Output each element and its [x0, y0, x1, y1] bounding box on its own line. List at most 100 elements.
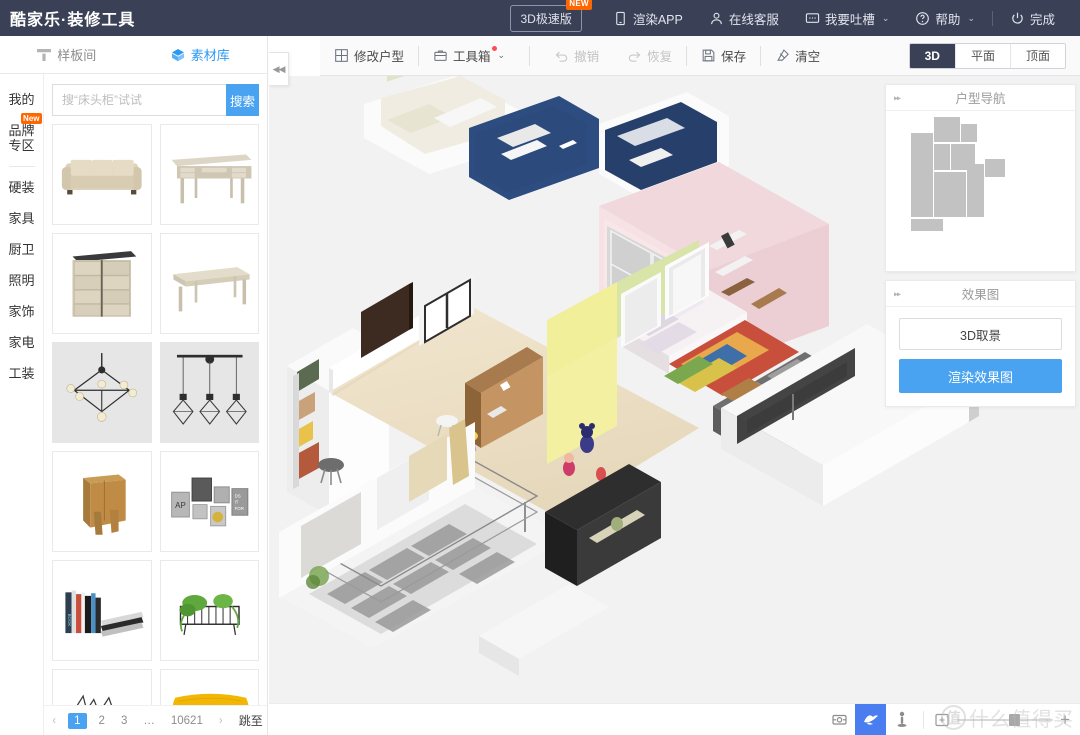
clear-label: 清空 [795, 50, 821, 64]
save-button[interactable]: 保存 [687, 36, 760, 76]
search-row: 搜索 [44, 74, 267, 124]
thumbnail-wardrobe[interactable] [52, 233, 152, 334]
online-support-button[interactable]: 在线客服 [696, 0, 792, 36]
render-actions: 3D取景 渲染效果图 [886, 307, 1075, 406]
speech-bubble-icon [805, 11, 820, 26]
pagination-page-2[interactable]: 2 [95, 714, 109, 728]
tab-material-library-label: 素材库 [190, 48, 230, 63]
fly-mode-button[interactable] [855, 703, 887, 735]
zoom-slider-track[interactable] [957, 713, 1054, 726]
thumbnail-desk[interactable] [159, 124, 259, 225]
tab-sample-rooms[interactable]: 样板间 [31, 45, 102, 64]
online-support-label: 在线客服 [728, 12, 779, 27]
view-mode-3d[interactable]: 3D [909, 43, 956, 68]
notification-dot [492, 45, 498, 51]
thumbnail-sofa[interactable] [52, 124, 152, 225]
category-appliances[interactable]: 家电 [0, 327, 43, 358]
thumbnail-gallery-wall[interactable]: AP DS IT FOR [159, 451, 259, 552]
collapse-panel-icon[interactable]: ▸▸ [894, 93, 901, 102]
minimap-room [911, 133, 933, 217]
category-lighting[interactable]: 照明 [0, 265, 43, 296]
undo-arrow-icon [554, 48, 569, 63]
render-app-button[interactable]: 渲染APP [600, 0, 696, 36]
zoom-slider-handle[interactable] [1009, 713, 1021, 726]
redo-button[interactable]: 恢复 [613, 36, 686, 76]
chevron-down-icon: ⌄ [967, 12, 975, 23]
minimap-room [934, 117, 960, 142]
toolbox-button[interactable]: 工具箱 ⌄ [419, 36, 519, 76]
thumbnail-planter[interactable] [159, 560, 259, 661]
category-kitchen-bath[interactable]: 厨卫 [0, 234, 43, 265]
toolbar-divider [529, 45, 531, 66]
feedback-button[interactable]: 我要吐槽 ⌄ [792, 0, 903, 36]
left-sidebar: 样板间 素材库 我的 New 品牌 专区 硬装 家具 厨卫 照明 家饰 家电 工… [0, 36, 268, 735]
svg-text:FOR: FOR [234, 506, 243, 511]
category-furniture[interactable]: 家具 [0, 203, 43, 234]
clear-button[interactable]: 清空 [761, 36, 834, 76]
material-thumbnail-grid: AP DS IT FOR BOOK [44, 124, 267, 705]
pagination-page-3[interactable]: 3 [117, 714, 131, 728]
undo-button[interactable]: 撤销 [540, 36, 613, 76]
help-label: 帮助 [935, 12, 961, 27]
thumbnail-decor[interactable] [52, 669, 152, 705]
collapse-sidebar-button[interactable]: ◀◀ [269, 52, 289, 86]
fit-to-screen-icon[interactable] [934, 712, 950, 728]
capture-3d-view-button[interactable]: 3D取景 [899, 318, 1062, 350]
bird-fly-icon [863, 714, 878, 725]
viewport-bottom-bar: + [269, 703, 1080, 735]
walk-mode-button[interactable] [886, 704, 917, 735]
planter-basket-thumb-icon [160, 565, 258, 656]
floorplan-grid-icon [334, 48, 349, 63]
material-grid-column: 搜索 [44, 74, 267, 735]
view-mode-toggle: 3D 平面 顶面 [908, 42, 1066, 69]
render-card-header: ▸▸ 效果图 [886, 281, 1075, 307]
yellow-pillow-thumb-icon [160, 674, 258, 705]
zoom-control: + [930, 711, 1070, 728]
collapse-panel-icon[interactable]: ▸▸ [894, 289, 901, 298]
render-card-title: 效果图 [961, 288, 1000, 302]
thumbnail-books[interactable]: BOOK [52, 560, 152, 661]
help-button[interactable]: 帮助 ⌄ [902, 0, 988, 36]
pagination-prev[interactable]: ‹ [48, 714, 60, 728]
pagination-next[interactable]: › [215, 714, 227, 728]
category-hard-decoration[interactable]: 硬装 [0, 172, 43, 203]
view-mode-plan[interactable]: 平面 [956, 43, 1011, 68]
modify-layout-button[interactable]: 修改户型 [320, 36, 418, 76]
search-input[interactable] [52, 84, 226, 116]
save-disk-icon [701, 48, 716, 63]
svg-text:DS: DS [234, 494, 240, 499]
thumbnail-table[interactable] [159, 233, 259, 334]
thumbnail-chandelier[interactable] [52, 342, 152, 443]
pagination-jump-to[interactable]: 跳至 [239, 712, 263, 729]
pagination-last-page[interactable]: 10621 [167, 714, 207, 728]
minimap-room [967, 164, 984, 217]
cube-icon [171, 48, 185, 62]
decor-thumb-icon [53, 674, 151, 705]
zoom-in-button[interactable]: + [1060, 711, 1070, 728]
thumbnail-pendant-lights[interactable] [159, 342, 259, 443]
table-thumb-icon [160, 238, 258, 329]
category-my[interactable]: 我的 [0, 84, 43, 115]
minimap-room [911, 219, 943, 231]
gallery-wall-thumb-icon: AP DS IT FOR [160, 456, 258, 547]
thumbnail-pillow[interactable] [159, 669, 259, 705]
save-label: 保存 [721, 50, 747, 64]
layout-template-icon [37, 48, 52, 62]
floorplan-minimap[interactable] [886, 111, 1075, 271]
finish-button[interactable]: 完成 [997, 0, 1068, 36]
user-headset-icon [709, 11, 724, 26]
minimap-room [934, 144, 950, 170]
render-app-label: 渲染APP [632, 12, 683, 27]
pan-camera-button[interactable] [824, 704, 855, 735]
category-brand-zone[interactable]: New 品牌 专区 [0, 113, 43, 161]
wardrobe-thumb-icon [53, 238, 151, 329]
category-home-decor[interactable]: 家饰 [0, 296, 43, 327]
category-commercial[interactable]: 工装 [0, 358, 43, 389]
tab-material-library[interactable]: 素材库 [165, 45, 236, 64]
minimap-room [961, 124, 977, 142]
pagination-page-1[interactable]: 1 [68, 712, 87, 729]
view-mode-top[interactable]: 顶面 [1011, 44, 1065, 68]
search-button[interactable]: 搜索 [226, 84, 259, 116]
thumbnail-stool[interactable] [52, 451, 152, 552]
render-image-button[interactable]: 渲染效果图 [899, 359, 1062, 393]
